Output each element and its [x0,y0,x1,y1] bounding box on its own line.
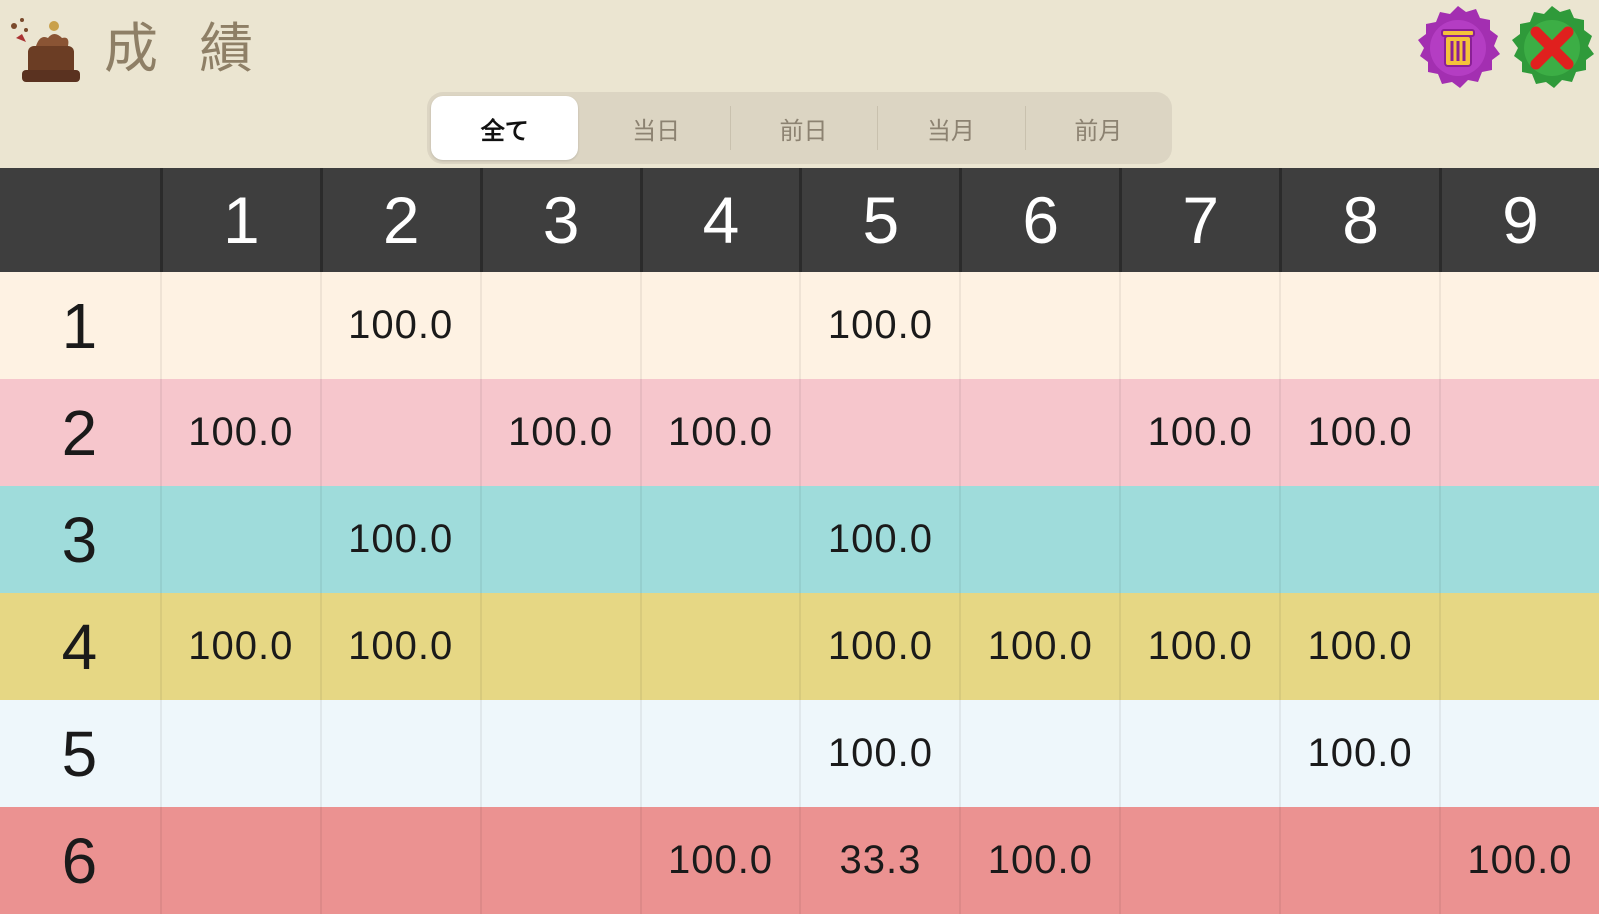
trash-icon [1418,6,1500,88]
table-row: 2 100.0 100.0 100.0 100.0 100.0 [0,379,1599,486]
score-cell[interactable]: 100.0 [799,593,959,700]
score-cell[interactable] [159,807,320,914]
score-cell[interactable] [1439,593,1599,700]
close-icon [1512,6,1594,88]
column-header: 2 [319,168,480,272]
score-cell[interactable] [479,700,640,807]
row-label: 2 [61,396,99,469]
column-header: 3 [479,168,640,272]
page-title: 成 績 [104,17,266,80]
score-cell[interactable]: 100.0 [319,593,480,700]
row-label: 3 [61,503,99,576]
tab-yesterday[interactable]: 前日 [729,92,877,164]
score-cell[interactable] [1119,486,1279,593]
score-cell[interactable]: 100.0 [639,379,800,486]
column-header: 6 [959,168,1119,272]
score-cell[interactable]: 100.0 [799,700,959,807]
score-cell[interactable] [479,272,640,379]
score-cell[interactable] [959,379,1119,486]
score-cell[interactable] [959,486,1119,593]
score-cell[interactable]: 100.0 [1119,379,1279,486]
column-header: 5 [799,168,959,272]
row-label: 4 [61,610,99,683]
table-row: 4 100.0 100.0 100.0 100.0 100.0 100.0 [0,593,1599,700]
score-cell[interactable]: 100.0 [959,593,1119,700]
score-cell[interactable]: 100.0 [1279,593,1439,700]
delete-button[interactable] [1414,4,1502,92]
row-label: 6 [61,824,99,897]
score-cell[interactable] [159,700,320,807]
score-cell[interactable]: 100.0 [959,807,1119,914]
score-cell[interactable] [159,272,320,379]
table-row: 1 100.0 100.0 [0,272,1599,379]
column-header: 4 [639,168,800,272]
score-cell[interactable] [479,807,640,914]
score-cell[interactable] [959,272,1119,379]
period-tabs: 全て 当日 前日 当月 前月 [427,92,1172,164]
score-cell[interactable] [479,486,640,593]
score-cell[interactable] [319,379,480,486]
table-row: 6 100.0 33.3 100.0 100.0 [0,807,1599,914]
score-cell[interactable] [319,700,480,807]
score-cell[interactable] [479,593,640,700]
score-cell[interactable] [1119,807,1279,914]
row-label: 5 [61,717,99,790]
score-cell[interactable]: 100.0 [799,486,959,593]
column-header: 7 [1119,168,1279,272]
score-cell[interactable] [319,807,480,914]
score-cell[interactable] [1279,486,1439,593]
table-row: 3 100.0 100.0 [0,486,1599,593]
score-cell[interactable] [639,593,800,700]
score-cell[interactable]: 100.0 [1119,593,1279,700]
score-cell[interactable]: 100.0 [319,486,480,593]
row-label: 1 [61,289,99,362]
close-button[interactable] [1508,4,1596,92]
score-cell[interactable] [639,700,800,807]
column-header: 1 [159,168,320,272]
table-row: 5 100.0 100.0 [0,700,1599,807]
score-cell[interactable] [1279,272,1439,379]
column-header: 9 [1439,168,1599,272]
column-header-row: 123456789 [0,168,1599,272]
app-logo-icon [11,18,80,82]
score-cell[interactable]: 100.0 [799,272,959,379]
header-bar: 成 績 全て 当日 前日 当月 前月 [0,0,1599,168]
score-cell[interactable] [1439,486,1599,593]
score-cell[interactable]: 100.0 [1439,807,1599,914]
score-cell[interactable]: 100.0 [319,272,480,379]
score-cell[interactable] [1279,807,1439,914]
score-cell[interactable]: 100.0 [159,379,320,486]
tab-today[interactable]: 当日 [582,92,729,164]
score-cell[interactable]: 100.0 [159,593,320,700]
score-cell[interactable]: 100.0 [639,807,800,914]
column-header-corner [0,168,160,272]
score-table: 123456789 1 100.0 100.0 2 100.0 100.0 100.0 100… [0,168,1599,914]
score-cell[interactable] [159,486,320,593]
score-cell[interactable] [1439,700,1599,807]
score-cell[interactable]: 100.0 [1279,379,1439,486]
score-cell[interactable] [639,486,800,593]
score-cell[interactable] [1119,700,1279,807]
score-cell[interactable] [1119,272,1279,379]
tab-last-month[interactable]: 前月 [1024,92,1172,164]
score-cell[interactable] [639,272,800,379]
score-cell[interactable] [959,700,1119,807]
score-cell[interactable] [1439,379,1599,486]
tab-this-month[interactable]: 当月 [877,92,1024,164]
score-cell[interactable]: 33.3 [799,807,959,914]
score-cell[interactable] [1439,272,1599,379]
column-header: 8 [1279,168,1439,272]
tab-all[interactable]: 全て [431,96,579,160]
score-cell[interactable] [799,379,959,486]
score-cell[interactable]: 100.0 [1279,700,1439,807]
score-cell[interactable]: 100.0 [479,379,640,486]
